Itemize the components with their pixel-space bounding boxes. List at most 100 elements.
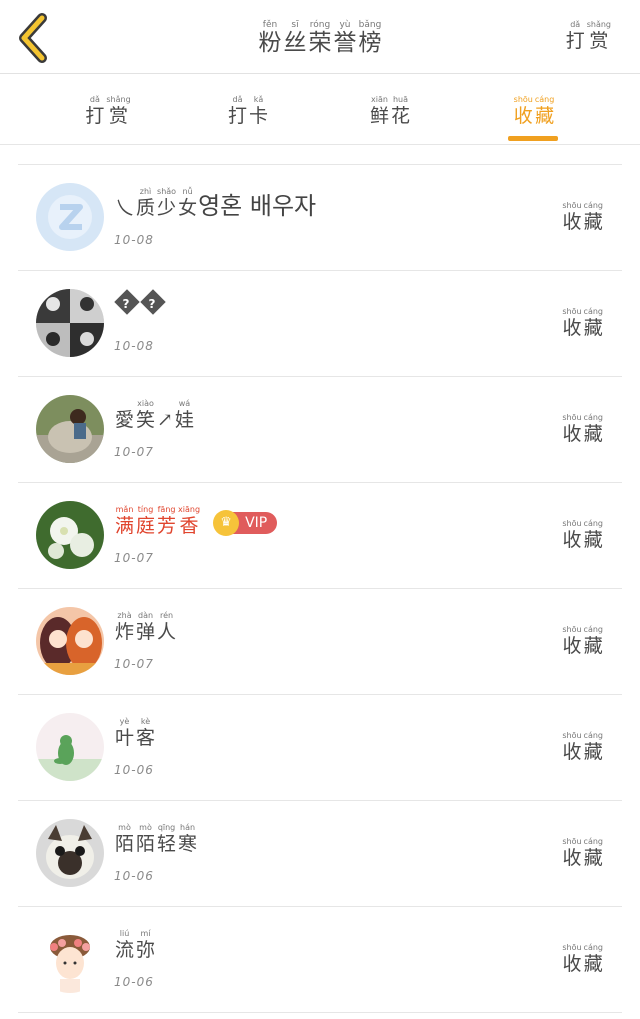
ruby-char: shōu 收 <box>562 307 581 339</box>
pinyin: mí <box>140 929 151 938</box>
hanzi: 榜 <box>358 30 382 56</box>
hanzi: 收 <box>513 105 533 127</box>
pinyin: dàn <box>137 611 154 620</box>
pinyin: xiào <box>137 399 154 408</box>
ruby-char: mò 陌 <box>136 823 155 855</box>
ruby-char: mò 陌 <box>115 823 134 855</box>
collect-button[interactable]: shōu 收 cáng 藏 <box>561 731 604 763</box>
hanzi: 卡 <box>249 105 269 127</box>
siamese-cat-avatar[interactable] <box>36 819 104 887</box>
list-item[interactable]: mǎn 满 tíng 庭 fāng 芳 xiāng 香 ♛ VIP 10-07 shōu 收 cáng 藏 <box>18 483 622 589</box>
replacement-char-icon: ? <box>140 289 166 315</box>
pinyin: róng <box>309 20 331 30</box>
timestamp: 10-07 <box>114 657 154 671</box>
pinyin: wá <box>178 399 191 408</box>
pinyin: rén <box>159 611 174 620</box>
pinyin: kè <box>140 717 151 726</box>
hanzi: 藏 <box>583 423 603 445</box>
list-item[interactable]: mò 陌 mò 陌 qīng 轻 hán 寒 10-06 shōu 收 cáng 藏 <box>18 801 622 907</box>
timestamp: 10-08 <box>114 233 154 247</box>
ruby-char: xiào 笑 <box>136 399 155 431</box>
ruby-char: cáng 藏 <box>584 413 603 445</box>
hanzi: ↗ <box>157 409 173 431</box>
ruby-char: dǎ 打 <box>228 95 247 127</box>
fan-list: 乀 zhì 质 shǎo 少 nǚ 女 영혼 배우자 10-08 shōu 收 cáng 藏?? 10-0… <box>18 164 622 1013</box>
reward-link[interactable]: dǎ 打 shǎng 赏 <box>565 20 612 52</box>
collect-button[interactable]: shōu 收 cáng 藏 <box>561 837 604 869</box>
pinyin: cáng <box>534 95 555 104</box>
pinyin: fāng <box>157 505 176 514</box>
ruby-char: liú 流 <box>115 929 134 961</box>
hanzi: 收 <box>562 953 582 975</box>
hanzi: 庭 <box>136 515 156 537</box>
collect-button[interactable]: shōu 收 cáng 藏 <box>561 519 604 551</box>
pinyin: shǎng <box>106 95 131 104</box>
tab-reward[interactable]: dǎ 打 shǎng 赏 <box>58 95 158 127</box>
pinyin: bǎng <box>358 20 382 30</box>
ruby-char: shōu 收 <box>562 731 581 763</box>
list-item[interactable]: yè 叶 kè 客 10-06 shōu 收 cáng 藏 <box>18 695 622 801</box>
vip-badge: ♛ VIP <box>213 510 278 536</box>
hanzi: 少 <box>157 197 177 219</box>
pinyin: yè <box>119 717 130 726</box>
group-photo-avatar[interactable] <box>36 289 104 357</box>
pinyin: zhà <box>117 611 132 620</box>
ruby-char: bǎng 榜 <box>359 20 382 56</box>
user-name: 乀 zhì 质 shǎo 少 nǚ 女 영혼 배우자 <box>114 187 316 219</box>
ruby-char: mí 弥 <box>136 929 155 961</box>
collect-button[interactable]: shōu 收 cáng 藏 <box>561 943 604 975</box>
hanzi: 质 <box>136 197 156 219</box>
hanzi: 收 <box>562 847 582 869</box>
top-bar: fěn 粉 sī 丝 róng 荣 yù 誉 bǎng 榜 dǎ 打 shǎng 赏 <box>0 0 640 74</box>
collect-button[interactable]: shōu 收 cáng 藏 <box>561 307 604 339</box>
pinyin: shōu <box>513 95 533 104</box>
hanzi: 收 <box>562 423 582 445</box>
pinyin: shōu <box>562 731 582 740</box>
collect-button[interactable]: shōu 收 cáng 藏 <box>561 201 604 233</box>
pinyin: shōu <box>562 625 582 634</box>
cartoon-girl-avatar[interactable] <box>36 925 104 993</box>
list-item[interactable]: liú 流 mí 弥 10-06 shōu 收 cáng 藏 <box>18 907 622 1013</box>
list-item[interactable]: zhà 炸 dàn 弹 rén 人 10-07 shōu 收 cáng 藏 <box>18 589 622 695</box>
girl-statue-avatar[interactable] <box>36 395 104 463</box>
ruby-char: cáng 藏 <box>584 519 603 551</box>
qq-default-avatar[interactable] <box>36 183 104 251</box>
tab-checkin[interactable]: dǎ 打 kǎ 卡 <box>198 95 298 127</box>
ruby-char: cáng 藏 <box>584 731 603 763</box>
hanzi: 芳 <box>157 515 177 537</box>
pinyin: fěn <box>262 20 278 30</box>
list-item[interactable]: 愛 xiào 笑 ↗ wá 娃 10-07 shōu 收 cáng 藏 <box>18 377 622 483</box>
pinyin: shōu <box>562 519 582 528</box>
hanzi: 打 <box>227 105 247 127</box>
hanzi: 打 <box>565 30 585 52</box>
collect-button[interactable]: shōu 收 cáng 藏 <box>561 625 604 657</box>
ruby-char: yù 誉 <box>334 20 357 56</box>
pinyin: yù <box>339 20 351 30</box>
hanzi: 藏 <box>583 317 603 339</box>
hanzi: 人 <box>157 621 177 643</box>
tab-collect[interactable]: shōu 收 cáng 藏 <box>484 95 584 127</box>
ruby-char: cáng 藏 <box>584 307 603 339</box>
ruby-char: mǎn 满 <box>115 505 134 537</box>
dinosaur-avatar[interactable] <box>36 713 104 781</box>
list-item[interactable]: 乀 zhì 质 shǎo 少 nǚ 女 영혼 배우자 10-08 shōu 收 cáng 藏 <box>18 165 622 271</box>
ruby-char: dàn 弹 <box>136 611 155 643</box>
ruby-char: huā 花 <box>391 95 410 127</box>
pinyin: cáng <box>583 837 603 846</box>
user-name-text: 영혼 배우자 <box>198 192 317 220</box>
pinyin: cáng <box>583 413 603 422</box>
white-flower-avatar[interactable] <box>36 501 104 569</box>
ruby-char: sī 丝 <box>284 20 307 56</box>
ruby-char: cáng 藏 <box>584 837 603 869</box>
user-name: zhà 炸 dàn 弹 rén 人 <box>114 611 177 643</box>
hanzi: 香 <box>179 515 199 537</box>
tab-flowers[interactable]: xiān 鲜 huā 花 <box>340 95 440 127</box>
hanzi: 炸 <box>115 621 135 643</box>
anime-girls-avatar[interactable] <box>36 607 104 675</box>
active-tab-indicator <box>508 136 558 141</box>
pinyin: liú <box>119 929 130 938</box>
list-item[interactable]: ?? 10-08 shōu 收 cáng 藏 <box>18 271 622 377</box>
collect-button[interactable]: shōu 收 cáng 藏 <box>561 413 604 445</box>
ruby-char: cáng 藏 <box>535 95 554 127</box>
tab-bar: dǎ 打 shǎng 赏 dǎ 打 kǎ 卡 xiān 鲜 huā 花 shōu 收 cáng 藏 <box>0 75 640 145</box>
